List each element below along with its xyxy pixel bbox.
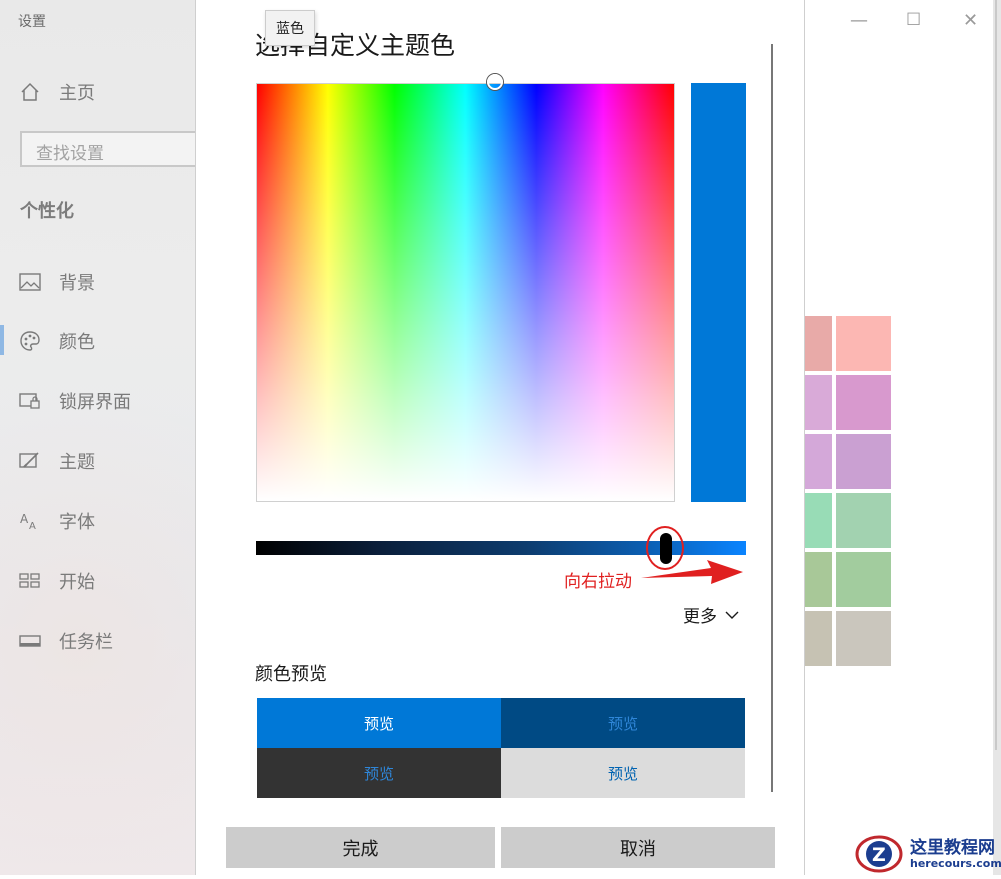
accent-swatch[interactable] <box>803 493 832 548</box>
done-button[interactable]: 完成 <box>226 827 495 868</box>
sidebar-item-background[interactable]: 背景 <box>18 267 95 297</box>
close-button[interactable]: ✕ <box>963 10 978 31</box>
search-input[interactable]: 查找设置 <box>20 131 200 167</box>
accent-swatch[interactable] <box>803 316 832 371</box>
window-edge <box>993 0 1001 875</box>
palette-icon <box>18 330 42 352</box>
preview-tile: 预览 <box>501 748 745 798</box>
watermark-logo: Z 这里教程网 herecours.com <box>853 830 1001 875</box>
cancel-button[interactable]: 取消 <box>501 827 775 868</box>
preview-tile: 预览 <box>257 698 501 748</box>
svg-text:A: A <box>29 521 36 531</box>
more-options-button[interactable]: 更多 <box>683 602 739 627</box>
sidebar-item-label: 背景 <box>59 273 95 294</box>
sidebar-item-label: 任务栏 <box>59 632 113 653</box>
accent-swatch[interactable] <box>836 552 891 607</box>
sidebar-item-start[interactable]: 开始 <box>18 566 95 596</box>
sidebar-item-label: 字体 <box>59 512 95 533</box>
svg-text:Z: Z <box>872 844 886 866</box>
preview-tile: 预览 <box>501 698 745 748</box>
sidebar-item-label: 主题 <box>59 452 95 473</box>
watermark-title: 这里教程网 <box>910 838 995 858</box>
lock-screen-icon <box>18 390 42 412</box>
custom-color-dialog: 选择自定义主题色 向右拉动 更多 颜色预览 预览 预览 预览 预览 完成 取消 <box>195 0 805 875</box>
sidebar-item-colors[interactable]: 颜色 <box>18 326 95 356</box>
image-icon <box>18 271 42 293</box>
z-logo-icon: Z <box>855 835 903 873</box>
annotation-arrow-icon <box>641 560 743 584</box>
sidebar-item-fonts[interactable]: AA 字体 <box>18 506 95 536</box>
accent-swatch[interactable] <box>803 552 832 607</box>
color-preview-heading: 颜色预览 <box>255 664 327 685</box>
font-icon: AA <box>18 510 42 532</box>
maximize-button[interactable]: ☐ <box>906 10 921 30</box>
accent-swatch[interactable] <box>836 611 891 666</box>
sidebar-item-label: 开始 <box>59 572 95 593</box>
theme-icon <box>18 450 42 472</box>
svg-text:A: A <box>20 512 29 526</box>
accent-swatch[interactable] <box>836 493 891 548</box>
preview-tile: 预览 <box>257 748 501 798</box>
more-label: 更多 <box>683 607 717 627</box>
selected-color-preview <box>691 83 746 502</box>
sidebar-item-label: 锁屏界面 <box>59 392 131 413</box>
accent-swatch[interactable] <box>803 611 832 666</box>
color-preview-grid: 预览 预览 预览 预览 <box>257 698 745 798</box>
accent-swatch[interactable] <box>836 316 891 371</box>
color-spectrum-picker[interactable] <box>256 83 675 502</box>
dialog-scrollbar[interactable] <box>771 44 773 792</box>
watermark-url: herecours.com <box>910 857 1001 870</box>
minimize-button[interactable]: — <box>850 10 868 31</box>
spectrum-handle[interactable] <box>487 74 503 90</box>
accent-swatch-grid <box>803 316 891 666</box>
color-name-tooltip: 蓝色 <box>265 10 315 46</box>
accent-swatch[interactable] <box>803 434 832 489</box>
nav-home[interactable]: 主页 <box>18 77 95 107</box>
sidebar-item-themes[interactable]: 主题 <box>18 446 95 476</box>
home-icon <box>18 81 42 103</box>
accent-swatch[interactable] <box>803 375 832 430</box>
section-heading: 个性化 <box>20 201 74 222</box>
sidebar-item-taskbar[interactable]: 任务栏 <box>18 626 113 656</box>
start-icon <box>18 570 42 592</box>
sidebar-item-lockscreen[interactable]: 锁屏界面 <box>18 386 131 416</box>
taskbar-icon <box>18 630 42 652</box>
sidebar-item-label: 颜色 <box>59 332 95 353</box>
accent-swatch[interactable] <box>836 375 891 430</box>
search-placeholder: 查找设置 <box>36 144 104 164</box>
chevron-down-icon <box>725 611 739 619</box>
active-indicator <box>0 325 4 355</box>
app-title: 设置 <box>18 14 46 30</box>
annotation-text: 向右拉动 <box>564 572 632 592</box>
accent-swatch[interactable] <box>836 434 891 489</box>
nav-home-label: 主页 <box>59 83 95 104</box>
